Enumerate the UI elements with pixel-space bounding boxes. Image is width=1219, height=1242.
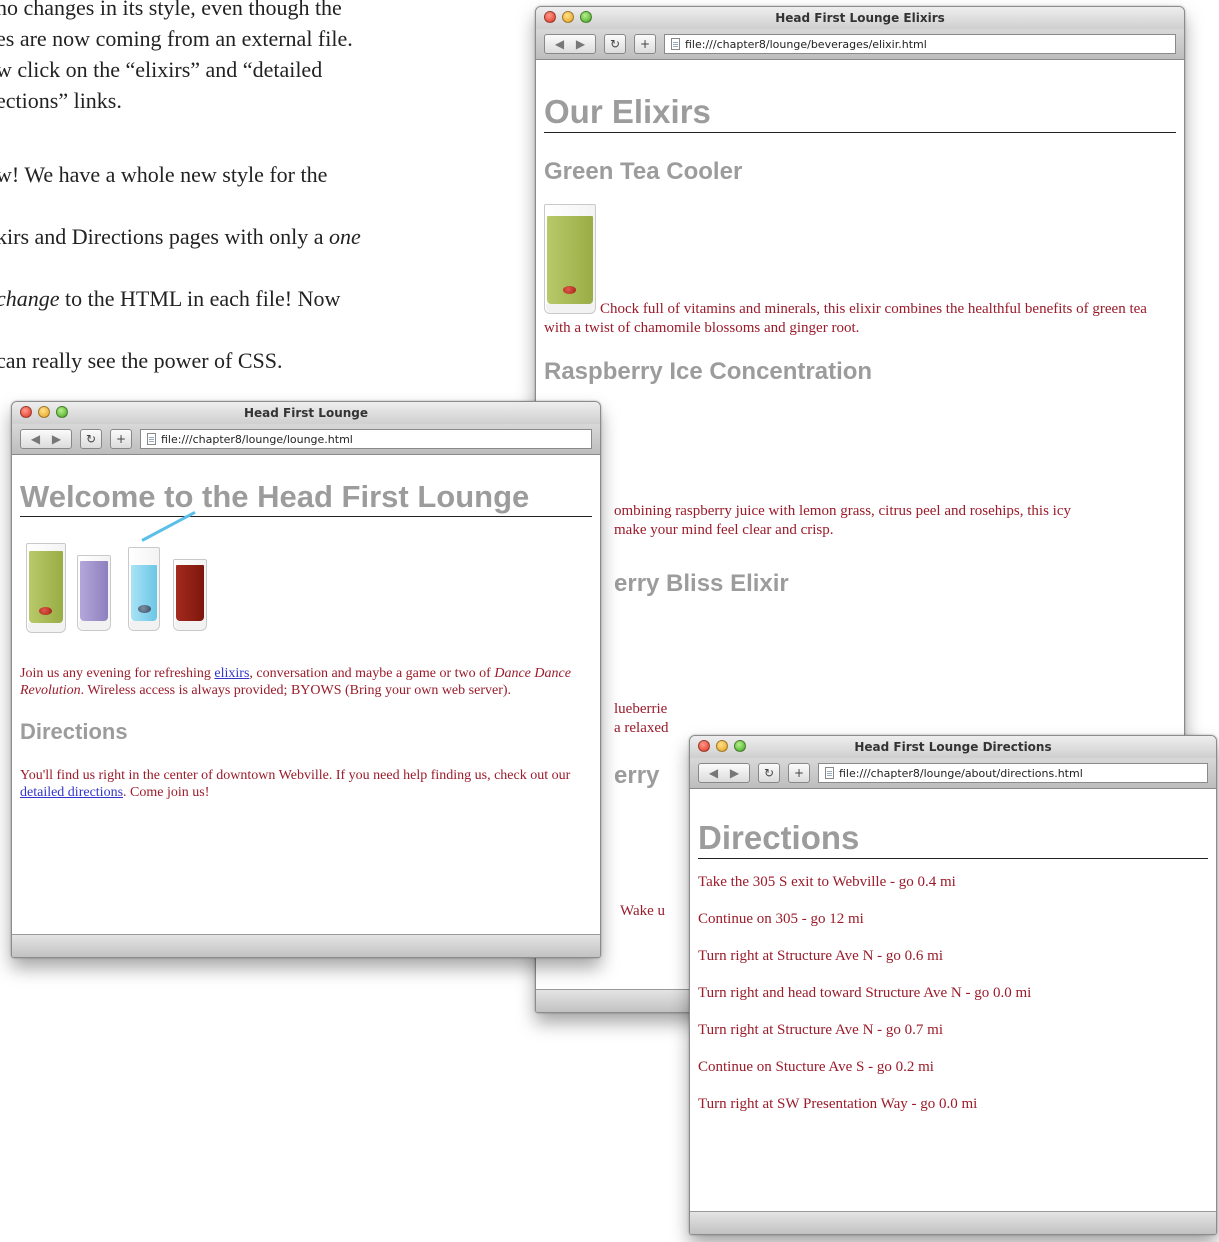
reload-icon: ↻ (609, 37, 621, 51)
elixir-name: Raspberry Ice Concentration (544, 358, 873, 385)
reload-button[interactable]: ↻ (758, 763, 780, 783)
window-title: Head First Lounge (243, 406, 369, 420)
direction-step: Turn right at Structure Ave N - go 0.6 m… (698, 948, 943, 964)
window-minimize-icon[interactable] (38, 406, 50, 418)
page-title: Our Elixirs (544, 93, 1176, 133)
directions-page-content: Directions Take the 305 S exit to Webvil… (690, 789, 1216, 1212)
elixir-name: Green Tea Cooler (544, 158, 743, 185)
add-bookmark-icon: + (793, 766, 805, 780)
file-icon (671, 38, 680, 50)
directions-heading: Directions (20, 719, 128, 744)
page-title: Directions (698, 819, 1208, 859)
elixir-description: lueberrie a relaxed (614, 701, 669, 736)
window-titlebar: Head First Lounge Elixirs (536, 7, 1184, 29)
back-icon[interactable]: ◀ (31, 432, 40, 446)
window-titlebar: Head First Lounge (12, 402, 600, 424)
browser-toolbar: ◀ ▶ ↻ + file:///chapter8/lounge/beverages… (536, 29, 1184, 60)
page-title: Welcome to the Head First Lounge (20, 479, 592, 517)
book-page-text: no changes in its style, even though the… (0, 0, 436, 388)
directions-browser-window: Head First Lounge Directions ◀ ▶ ↻ + file… (689, 735, 1217, 1235)
elixir-description: ombining raspberry juice with lemon gras… (614, 503, 1071, 538)
direction-step: Turn right at Structure Ave N - go 0.7 m… (698, 1022, 943, 1038)
address-bar-url: file:///chapter8/lounge/lounge.html (161, 432, 353, 446)
direction-step: Continue on 305 - go 12 mi (698, 911, 864, 927)
page-paragraph-1: no changes in its style, even though the… (0, 0, 353, 113)
add-bookmark-button[interactable]: + (788, 763, 810, 783)
add-bookmark-icon: + (115, 432, 127, 446)
window-close-icon[interactable] (544, 11, 556, 23)
drinks-image (20, 511, 592, 635)
elixirs-link[interactable]: elixirs (214, 666, 249, 681)
window-zoom-icon[interactable] (56, 406, 68, 418)
window-zoom-icon[interactable] (734, 740, 746, 752)
window-title: Head First Lounge Elixirs (775, 11, 945, 25)
forward-icon[interactable]: ▶ (730, 766, 739, 780)
directions-list: Take the 305 S exit to Webville - go 0.4… (698, 873, 1208, 1114)
window-controls (20, 406, 68, 418)
window-controls (698, 740, 746, 752)
add-bookmark-icon: + (639, 37, 651, 51)
raspberry-glass-image (173, 559, 207, 631)
forward-icon[interactable]: ▶ (52, 432, 61, 446)
forward-icon[interactable]: ▶ (576, 37, 585, 51)
window-minimize-icon[interactable] (562, 11, 574, 23)
reload-button[interactable]: ↻ (604, 34, 626, 54)
reload-icon: ↻ (763, 766, 775, 780)
window-titlebar: Head First Lounge Directions (690, 736, 1216, 758)
window-controls (544, 11, 592, 23)
ice-blue-glass-image (128, 511, 196, 631)
lounge-browser-window: Head First Lounge ◀ ▶ ↻ + file:///chapter… (11, 401, 601, 958)
browser-toolbar: ◀ ▶ ↻ + file:///chapter8/lounge/lounge.ht… (12, 424, 600, 455)
lavender-glass-image (77, 555, 111, 631)
green-tea-glass-image (26, 543, 66, 633)
file-icon (825, 767, 834, 779)
window-minimize-icon[interactable] (716, 740, 728, 752)
directions-paragraph: You'll find us right in the center of do… (20, 768, 571, 800)
direction-step: Turn right at SW Presentation Way - go 0… (698, 1096, 978, 1112)
address-bar[interactable]: file:///chapter8/lounge/beverages/elixir… (664, 34, 1176, 54)
direction-step: Take the 305 S exit to Webville - go 0.4… (698, 874, 956, 890)
address-bar[interactable]: file:///chapter8/lounge/about/directions… (818, 763, 1208, 783)
window-title: Head First Lounge Directions (854, 740, 1052, 754)
lounge-page-content: Welcome to the Head First Lounge Join us… (12, 455, 600, 935)
window-close-icon[interactable] (20, 406, 32, 418)
status-bar (690, 1211, 1216, 1234)
page-paragraph-2: w! We have a whole new style for the kir… (0, 162, 361, 373)
back-forward-buttons[interactable]: ◀ ▶ (544, 34, 596, 54)
green-tea-glass-image (544, 204, 596, 314)
intro-paragraph: Join us any evening for refreshing elixi… (20, 666, 571, 698)
back-forward-buttons[interactable]: ◀ ▶ (20, 429, 72, 449)
reload-icon: ↻ (85, 432, 97, 446)
browser-toolbar: ◀ ▶ ↻ + file:///chapter8/lounge/about/dir… (690, 758, 1216, 789)
address-bar-url: file:///chapter8/lounge/beverages/elixir… (685, 37, 927, 51)
add-bookmark-button[interactable]: + (110, 429, 132, 449)
back-forward-buttons[interactable]: ◀ ▶ (698, 763, 750, 783)
address-bar[interactable]: file:///chapter8/lounge/lounge.html (140, 429, 592, 449)
elixir-name: erry Bliss Elixir (614, 570, 789, 597)
add-bookmark-button[interactable]: + (634, 34, 656, 54)
direction-step: Turn right and head toward Structure Ave… (698, 985, 1032, 1001)
elixir-description: Chock full of vitamins and minerals, thi… (544, 301, 1147, 336)
direction-step: Continue on Stucture Ave S - go 0.2 mi (698, 1059, 934, 1075)
detailed-directions-link[interactable]: detailed directions (20, 785, 123, 800)
address-bar-url: file:///chapter8/lounge/about/directions… (839, 766, 1083, 780)
file-icon (147, 433, 156, 445)
window-zoom-icon[interactable] (580, 11, 592, 23)
window-close-icon[interactable] (698, 740, 710, 752)
status-bar (12, 934, 600, 957)
back-icon[interactable]: ◀ (555, 37, 564, 51)
reload-button[interactable]: ↻ (80, 429, 102, 449)
elixir-item: Chock full of vitamins and minerals, thi… (544, 204, 1176, 336)
back-icon[interactable]: ◀ (709, 766, 718, 780)
